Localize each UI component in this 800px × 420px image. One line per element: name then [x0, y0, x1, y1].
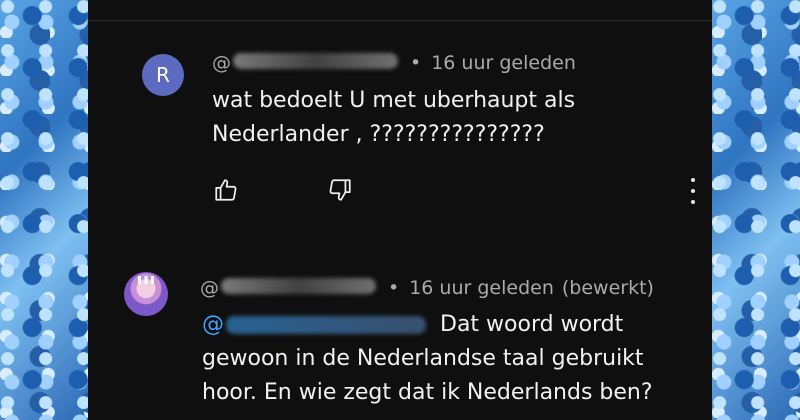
crown-icon	[138, 276, 154, 284]
blurred-handle	[233, 53, 398, 69]
comment-meta: @ • 16 uur geleden (bewerkt)	[200, 277, 654, 299]
mention-link[interactable]: @	[202, 308, 426, 342]
edited-label: (bewerkt)	[561, 277, 654, 299]
dislike-button[interactable]	[326, 176, 354, 204]
comment-text: @ Dat woord wordt gewoon in de Nederlands…	[202, 308, 653, 410]
comment-meta: @ • 16 uur geleden	[212, 52, 576, 74]
like-button[interactable]	[212, 176, 240, 204]
thumbs-up-icon	[215, 179, 237, 201]
comment-line: wat bedoelt U met uberhaupt als	[212, 88, 576, 113]
background-left	[0, 0, 88, 420]
comment-line: @ Dat woord wordt	[202, 308, 653, 342]
thumbs-down-icon	[329, 179, 351, 201]
avatar[interactable]	[124, 272, 168, 316]
avatar[interactable]: R	[142, 54, 184, 96]
blurred-mention	[226, 316, 426, 334]
avatar-letter: R	[156, 63, 170, 87]
background-right	[712, 0, 800, 420]
more-vert-icon	[691, 178, 695, 182]
comment-text: wat bedoelt U met uberhaupt als Nederlan…	[212, 84, 575, 152]
comment-line: Nederlander , ???????????????	[212, 122, 545, 147]
author-handle[interactable]: @	[212, 52, 398, 74]
more-options-button[interactable]	[688, 178, 698, 204]
author-handle[interactable]: @	[200, 277, 376, 299]
timestamp[interactable]: 16 uur geleden	[431, 52, 576, 74]
separator: •	[410, 52, 422, 74]
comment-actions	[212, 176, 354, 204]
timestamp[interactable]: 16 uur geleden	[409, 277, 554, 299]
comment-line: gewoon in de Nederlandse taal gebruikt	[202, 346, 644, 371]
comment-line: hoor. En wie zegt dat ik Nederlands ben?	[202, 380, 653, 405]
separator: •	[388, 277, 400, 299]
divider	[88, 20, 712, 21]
comment-panel: R @ • 16 uur geleden wat bedoelt U met u…	[88, 0, 712, 420]
blurred-handle	[221, 278, 376, 294]
